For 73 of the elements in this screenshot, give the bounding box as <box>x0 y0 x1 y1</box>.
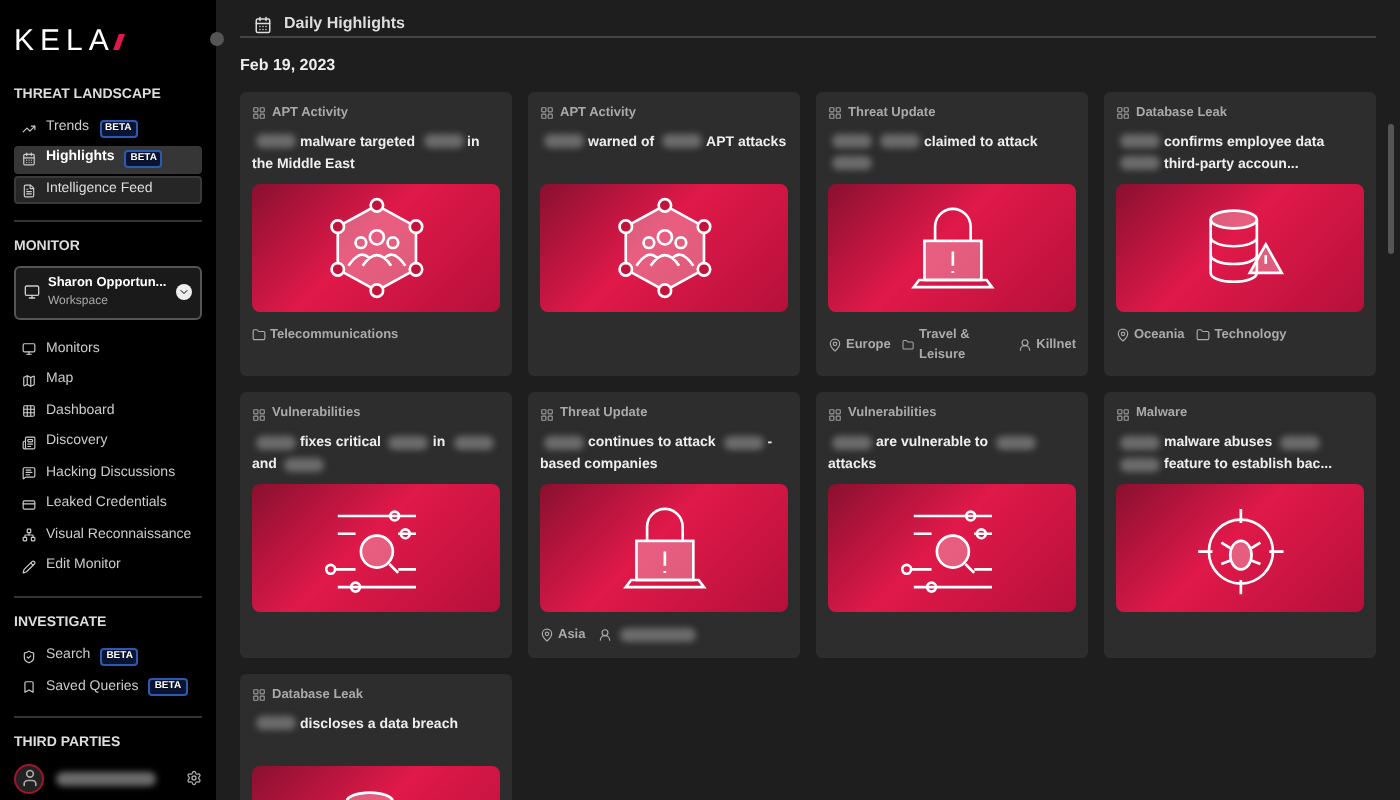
shield-icon <box>22 649 36 664</box>
document-icon <box>22 183 36 197</box>
pin-icon <box>540 628 554 643</box>
category-icon <box>252 407 266 422</box>
redacted-text <box>256 435 296 450</box>
network-icon <box>22 528 36 543</box>
database-warning-icon <box>344 790 394 800</box>
redacted-text <box>453 435 494 450</box>
redacted-text <box>1120 435 1160 450</box>
redacted-text <box>544 134 584 149</box>
network-people-icon <box>617 197 711 298</box>
redacted-text <box>544 435 584 450</box>
sliders-search-icon <box>900 510 993 593</box>
folder-icon <box>1196 328 1211 343</box>
page-title: Daily Highlights <box>284 12 405 36</box>
grid-icon <box>22 404 36 419</box>
redacted-text <box>1120 134 1160 149</box>
chat-icon <box>22 466 36 481</box>
redacted-text <box>423 134 464 149</box>
collapse-toggle[interactable] <box>210 32 224 46</box>
redacted-text <box>256 716 296 731</box>
sliders-search-icon <box>324 510 417 593</box>
pin-icon <box>1116 328 1130 343</box>
scrollbar[interactable] <box>1388 124 1394 254</box>
network-people-icon <box>329 197 423 298</box>
bug-target-icon <box>1196 507 1284 596</box>
category-icon <box>1116 407 1130 422</box>
card-icon <box>22 497 36 512</box>
calendar-icon <box>22 152 36 166</box>
lock-laptop-icon <box>622 507 706 589</box>
redacted-text <box>662 134 703 149</box>
redacted-text <box>56 771 156 786</box>
redacted-text <box>619 628 696 643</box>
redacted-text <box>1120 156 1160 171</box>
newspaper-icon <box>22 435 36 450</box>
category-icon <box>1116 106 1130 121</box>
category-icon <box>828 407 842 422</box>
category-icon <box>828 106 842 121</box>
redacted-text <box>880 134 920 149</box>
database-warning-icon <box>1208 208 1284 283</box>
category-icon <box>252 106 266 121</box>
monitor-icon <box>24 284 40 301</box>
redacted-text <box>832 435 872 450</box>
redacted-text <box>256 134 296 149</box>
redacted-text <box>832 156 872 171</box>
bookmark-icon <box>22 680 36 695</box>
date-heading: Feb 19, 2023 <box>240 54 338 78</box>
trend-icon <box>22 121 36 135</box>
pin-icon <box>828 338 842 352</box>
redacted-text <box>995 435 1036 450</box>
chevron-icon <box>176 284 192 301</box>
map-icon <box>22 373 36 388</box>
settings-icon[interactable] <box>186 770 202 787</box>
person-icon <box>597 628 612 643</box>
redacted-text <box>1120 457 1160 472</box>
category-icon <box>540 407 554 422</box>
calendar-icon <box>254 15 272 33</box>
monitor-icon <box>22 342 36 357</box>
category-icon <box>252 688 266 703</box>
redacted-text <box>723 435 764 450</box>
logo-mark-icon <box>113 34 126 51</box>
logo: KELA <box>14 20 202 65</box>
redacted-text <box>388 435 429 450</box>
pencil-icon <box>22 559 36 574</box>
redacted-text <box>284 457 325 472</box>
redacted-text <box>1280 435 1321 450</box>
redacted-text <box>832 134 872 149</box>
avatar[interactable] <box>14 763 44 794</box>
folder-icon <box>252 328 266 343</box>
person-icon <box>1018 338 1033 352</box>
lock-laptop-icon <box>910 207 994 288</box>
folder-icon <box>902 338 915 352</box>
category-icon <box>540 106 554 121</box>
